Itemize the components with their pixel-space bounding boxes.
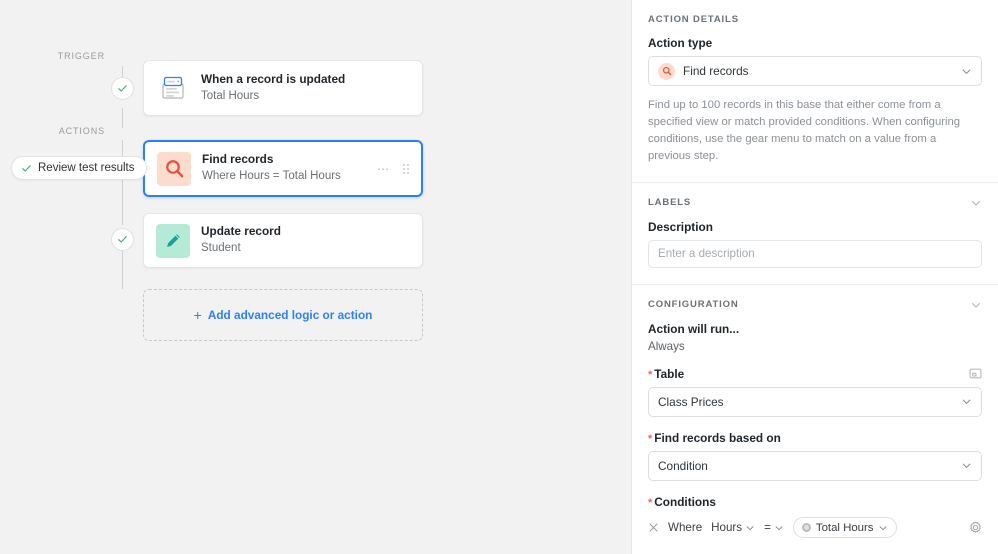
conditions-label: Conditions [654,494,716,509]
table-label-wrap: * Table [648,367,684,381]
rail-segment-bottom-lower [122,249,123,289]
rail-segment-bottom-upper [122,180,123,225]
table-label: Table [654,366,685,381]
find-records-card-actions: ⋯ [377,163,409,175]
ellipsis-icon[interactable]: ⋯ [377,163,390,175]
conditions-label-row: * Conditions [648,495,982,509]
find-records-card-subtitle: Where Hours = Total Hours [202,170,341,183]
update-record-card-subtitle: Student [201,242,241,255]
flow-step-update-record[interactable]: Update record Student [143,213,423,268]
action-type-help-text: Find up to 100 records in this base that… [648,99,961,163]
based-on-select[interactable]: Condition [648,450,982,481]
based-on-label-row: * Find records based on [648,431,982,445]
field-token-icon [801,523,811,533]
chevron-down-icon[interactable] [970,299,982,311]
review-test-results-label: Review test results [38,162,135,174]
flow-step-find-records[interactable]: Find records Where Hours = Total Hours ⋯ [143,140,423,197]
step-status-trigger[interactable] [111,77,134,100]
labels-title: LABELS [648,197,692,209]
plus-icon: + [193,307,202,323]
chevron-down-icon [775,525,783,530]
condition-value-pill[interactable]: Total Hours [792,517,898,539]
action-details-header: ACTION DETAILS [648,14,982,25]
action-type-label-row: Action type [648,36,982,50]
based-on-label: Find records based on [654,430,781,445]
update-record-card-title: Update record [201,224,281,239]
based-on-required-marker: * [648,432,653,445]
configuration-header[interactable]: CONFIGURATION [648,299,982,311]
chevron-down-icon [962,399,971,405]
trigger-card-text: When a record is updated Total Hours [201,72,410,105]
chevron-down-icon [962,463,971,469]
step-status-update-record[interactable] [111,228,134,251]
description-input[interactable] [648,239,982,268]
action-config-panel: ACTION DETAILS Action type Find records … [631,0,998,554]
trigger-card-title: When a record is updated [201,71,346,86]
condition-row: Where Hours = Total Hours [648,515,982,541]
gear-icon[interactable] [969,521,982,534]
configuration-title: CONFIGURATION [648,299,739,311]
expand-record-icon[interactable] [969,367,982,380]
condition-operator-select[interactable]: = [764,521,784,534]
condition-field-value: Hours [711,521,743,535]
automation-editor: TRIGGER ACTIONS Review test results When… [0,0,998,554]
table-select[interactable]: Class Prices [648,386,982,417]
section-configuration: CONFIGURATION Action will run... Always … [632,283,998,554]
rail-label-actions: ACTIONS [58,126,105,136]
trigger-card-subtitle: Total Hours [201,89,260,102]
action-will-run-value: Always [648,339,685,353]
flow-canvas: TRIGGER ACTIONS Review test results When… [0,0,631,554]
check-icon [22,164,31,172]
check-icon [118,85,127,92]
add-advanced-logic-button[interactable]: + Add advanced logic or action [143,289,423,341]
table-value: Class Prices [658,394,724,409]
add-advanced-logic-label: Add advanced logic or action [207,308,373,322]
flow-step-trigger[interactable]: When a record is updated Total Hours [143,60,423,116]
action-will-run-label: Action will run... [648,321,740,336]
chevron-down-icon [880,525,887,530]
action-type-select[interactable]: Find records [648,56,982,86]
section-labels: LABELS Description [632,181,998,284]
labels-header[interactable]: LABELS [648,197,982,209]
chevron-down-icon[interactable] [970,197,982,209]
rail-label-trigger: TRIGGER [57,51,105,61]
section-action-details: ACTION DETAILS Action type Find records … [632,0,998,182]
chevron-down-icon [962,69,971,74]
table-label-row: * Table [648,367,982,381]
magnifier-icon [658,62,675,80]
drag-handle-icon[interactable] [403,163,409,174]
description-label-row: Description [648,220,982,234]
action-will-run-label-row: Action will run... [648,322,982,336]
action-type-value: Find records [683,64,749,78]
chevron-down-icon [746,525,754,530]
condition-value-text: Total Hours [815,521,874,534]
rail-segment-mid-upper [122,108,123,128]
close-icon[interactable] [648,522,659,533]
conditions-required-marker: * [648,496,653,509]
based-on-value: Condition [658,458,708,473]
check-icon [118,236,127,243]
find-records-card-title: Find records [202,152,274,167]
based-on-label-wrap: * Find records based on [648,431,781,445]
condition-field-select[interactable]: Hours [711,521,755,534]
pencil-icon [156,223,190,258]
review-test-results-button[interactable]: Review test results [11,156,147,180]
description-label: Description [648,219,713,234]
condition-operator-value: = [764,521,771,535]
table-required-marker: * [648,368,653,381]
condition-where-label: Where [668,521,703,535]
find-records-card-text: Find records Where Hours = Total Hours [202,152,366,185]
conditions-label-wrap: * Conditions [648,495,716,509]
action-type-label: Action type [648,36,713,50]
magnifier-icon [157,151,191,186]
action-details-title: ACTION DETAILS [648,14,739,25]
update-record-card-text: Update record Student [201,224,410,257]
record-updated-icon [156,71,190,105]
